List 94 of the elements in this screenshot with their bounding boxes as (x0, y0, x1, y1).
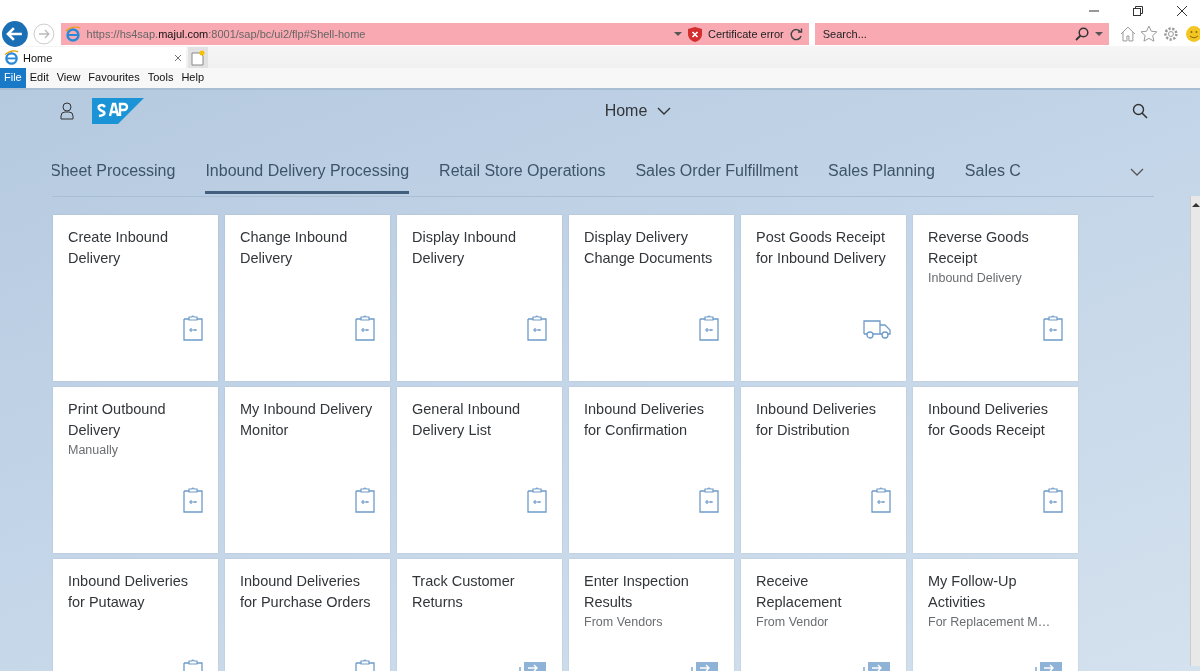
menu-item[interactable]: View (52, 68, 85, 88)
refresh-icon[interactable] (789, 27, 803, 41)
app-tile[interactable]: Display Inbound Delivery (397, 215, 562, 381)
tile-title: Display Delivery Change Documents (584, 228, 714, 268)
tile-title: Track Customer Returns (412, 572, 516, 612)
tile-title: Change Inbound Delivery (240, 228, 349, 268)
app-tile[interactable]: Receive Replacement From Vendor (741, 559, 906, 671)
clipboard-icon (183, 315, 203, 341)
menu-item[interactable]: Tools (143, 68, 178, 88)
menu-item[interactable]: Favourites (84, 68, 144, 88)
app-tile[interactable]: Display Delivery Change Documents (569, 215, 734, 381)
tile-title: Create Inbound Delivery (68, 228, 169, 268)
tile-title: General Inbound Delivery List (412, 400, 522, 440)
settings-icon[interactable] (1162, 25, 1181, 43)
search-icon[interactable] (1074, 27, 1089, 41)
app-tile[interactable]: General Inbound Delivery List (397, 387, 562, 553)
smiley-icon[interactable] (1184, 25, 1200, 43)
browser-icon (64, 26, 81, 42)
clipboard-icon (183, 487, 203, 513)
menu-item[interactable]: Help (177, 68, 209, 88)
clipboard-icon (527, 315, 547, 341)
tile-title: Inbound Deliveries for Confirmation (584, 400, 706, 440)
clipboard-icon (355, 487, 375, 513)
group-tab[interactable]: Sales Planning (828, 162, 935, 194)
menu-item[interactable]: Edit (25, 68, 53, 88)
back-icon[interactable] (1, 20, 29, 48)
home-icon[interactable] (1118, 25, 1137, 43)
group-tab[interactable]: Retail Store Operations (439, 162, 606, 194)
app-tile[interactable]: My Inbound Delivery Monitor (225, 387, 390, 553)
search-icon[interactable] (1132, 103, 1148, 119)
app-tile[interactable]: Change Inbound Delivery (225, 215, 390, 381)
app-tile[interactable]: Track Customer Returns (397, 559, 562, 671)
truck-icon (863, 319, 891, 341)
shield-icon (688, 26, 702, 42)
tile-subtitle: Inbound Delivery (928, 271, 1023, 285)
tile-title: Inbound Deliveries for Distribution (756, 400, 878, 440)
chevron-down-icon[interactable] (1130, 168, 1144, 176)
tile-subtitle: Manually (68, 443, 120, 457)
clipboard-icon (699, 315, 719, 341)
menu-item[interactable]: File (0, 68, 26, 88)
tile-title: Reverse Goods Receipt (928, 228, 1030, 268)
chevron-down-icon (657, 107, 672, 115)
tile-title: My Follow-Up Activities (928, 572, 1018, 612)
restore-icon[interactable] (1132, 5, 1144, 17)
tile-title: My Inbound Delivery Monitor (240, 400, 374, 440)
logo-icon (92, 98, 144, 124)
tile-title: Inbound Deliveries for Goods Receipt (928, 400, 1050, 440)
group-tab[interactable]: Inbound Delivery Processing (205, 162, 410, 194)
app-tile[interactable]: Post Goods Receipt for Inbound Delivery (741, 215, 906, 381)
app-tile[interactable]: Enter Inspection Results From Vendors (569, 559, 734, 671)
scroll-up-icon[interactable] (1191, 202, 1200, 208)
search-field[interactable]: Search... (820, 27, 1069, 41)
search-bar[interactable]: Search... (814, 23, 1109, 45)
clipboard-icon (871, 487, 891, 513)
app-tile[interactable]: Inbound Deliveries for Purchase Orders (225, 559, 390, 671)
clipboard-icon (1043, 487, 1063, 513)
home-menu[interactable]: Home (604, 102, 672, 120)
dropdown-icon[interactable] (1094, 31, 1103, 37)
clipboard-icon (699, 487, 719, 513)
group-tab[interactable]: Sales Order Fulfillment (635, 162, 799, 194)
tile-title: Enter Inspection Results (584, 572, 690, 612)
app-tile[interactable]: My Follow-Up Activities For Replacement M… (913, 559, 1078, 671)
scrollbar[interactable] (1190, 196, 1200, 666)
tile-title: Inbound Deliveries for Putaway (68, 572, 190, 612)
new-tab-icon (191, 49, 205, 66)
app-tile[interactable]: Inbound Deliveries for Putaway (53, 559, 218, 671)
browser-tab[interactable]: Home (0, 47, 186, 68)
tile-title: Print Outbound Delivery (68, 400, 167, 440)
app-tile[interactable]: Print Outbound Delivery Manually (53, 387, 218, 553)
clipboard-icon (1043, 315, 1063, 341)
tile-subtitle: From Vendors (584, 615, 664, 629)
tab-title: Home (23, 51, 53, 64)
address-bar[interactable]: https://hs4sap.majul.com:8001/sap/bc/ui2/flp#Shell-home Certificate error (60, 23, 809, 45)
certificate-error-text[interactable]: Certificate error (708, 28, 784, 40)
clipboard-icon (527, 487, 547, 513)
star-icon[interactable] (1140, 25, 1159, 43)
tile-title: Post Goods Receipt for Inbound Delivery (756, 228, 887, 268)
app-tile[interactable]: Inbound Deliveries for Distribution (741, 387, 906, 553)
tile-title: Receive Replacement (756, 572, 843, 612)
app-tile[interactable]: Inbound Deliveries for Goods Receipt (913, 387, 1078, 553)
app-tile[interactable]: Reverse Goods Receipt Inbound Delivery (913, 215, 1078, 381)
clipboard-icon (355, 315, 375, 341)
browser-icon (4, 50, 19, 65)
tile-subtitle: From Vendor (756, 615, 830, 629)
tile-subtitle: For Replacement M… (928, 615, 1052, 629)
close-icon[interactable] (1176, 5, 1188, 17)
tile-title: Inbound Deliveries for Purchase Orders (240, 572, 372, 612)
group-tab[interactable]: Sales C (964, 162, 1021, 194)
tile-title: Display Inbound Delivery (412, 228, 517, 268)
app-tile[interactable]: Create Inbound Delivery (53, 215, 218, 381)
app-tile[interactable]: Inbound Deliveries for Confirmation (569, 387, 734, 553)
user-icon[interactable] (60, 102, 74, 120)
url-text: https://hs4sap.majul.com:8001/sap/bc/ui2/flp#Shell-home (86, 28, 366, 40)
dropdown-icon[interactable] (674, 31, 682, 37)
